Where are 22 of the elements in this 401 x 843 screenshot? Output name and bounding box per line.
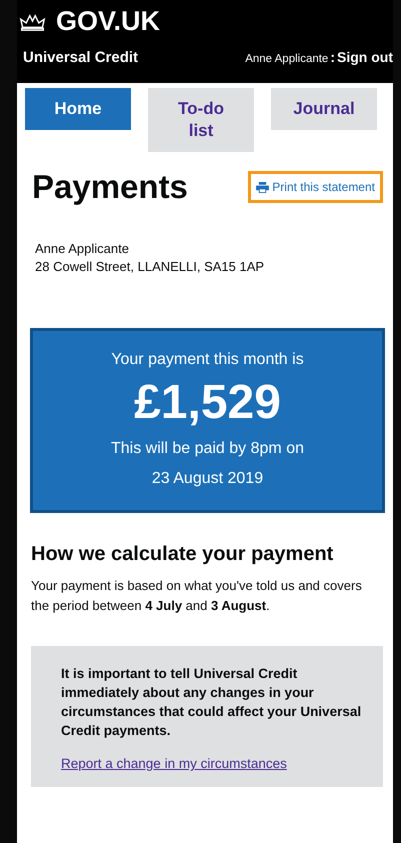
service-name[interactable]: Universal Credit [23,49,138,66]
separator: : [330,49,335,65]
printer-icon [256,182,270,192]
payment-intro: Your payment this month is [110,351,305,369]
recipient-name: Anne Applicante [35,240,130,258]
notice-text: It is important to tell Universal Credit immediately about any changes in your circumstances that could affect your Universal Credit payments. [61,665,362,740]
section-heading: How we calculate your payment [31,543,334,566]
logo-text[interactable]: GOV.UK [56,6,160,37]
nav-tab[interactable]: To-do list [148,88,254,152]
crown-icon [19,12,46,32]
recipient-address: 28 Cowell Street, LLANELLI, SA15 1AP [35,258,266,276]
nav-tab[interactable]: Home [25,88,131,130]
payment-time: This will be paid by 8pm on [110,439,305,459]
user-name: Anne Applicante [245,53,328,65]
nav-tab[interactable]: Journal [271,88,377,130]
payment-date: 23 August 2019 [150,469,264,489]
print-link[interactable]: Print this statement [248,171,383,203]
payment-amount: £1,529 [133,375,282,430]
sign-out-link[interactable]: Sign out [337,49,393,65]
calculation-text: Your payment is based on what you've told us and covers the period between 4 July and 3 August. [31,577,363,615]
page-title: Payments [32,168,188,206]
report-change-link[interactable]: Report a change in my circumstances [61,756,287,771]
